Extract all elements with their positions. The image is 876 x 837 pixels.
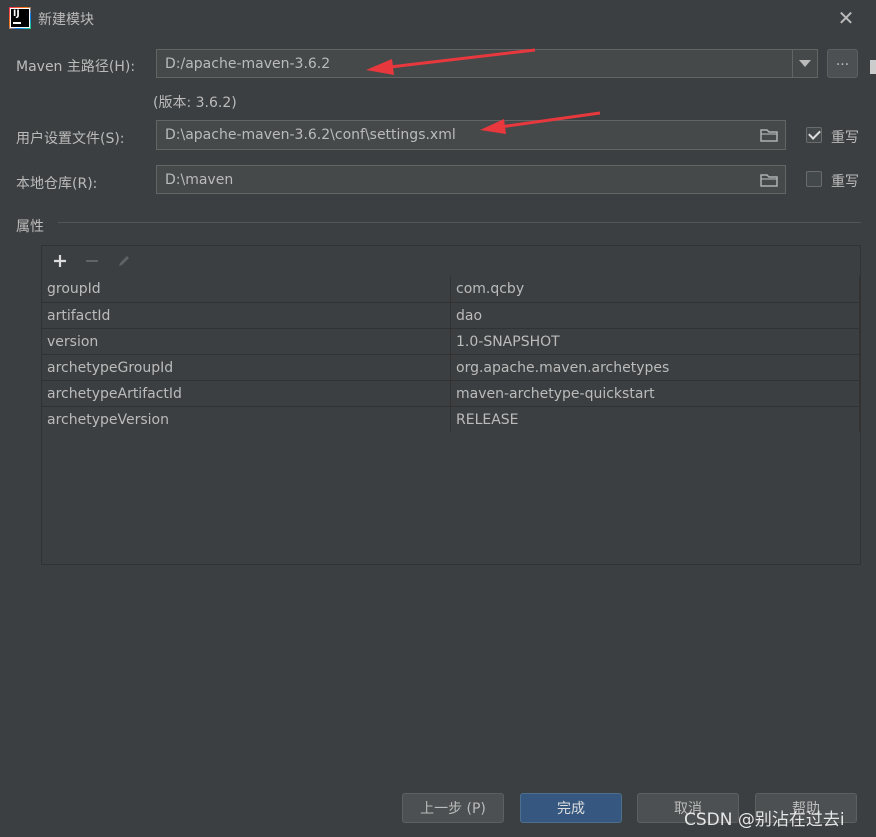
- window-title: 新建模块: [38, 12, 94, 28]
- property-value-cell[interactable]: maven-archetype-quickstart: [451, 381, 860, 406]
- settings-file-value: D:\apache-maven-3.6.2\conf\settings.xml: [165, 127, 456, 143]
- local-repo-label: 本地仓库(R):: [16, 176, 98, 192]
- properties-section-label: 属性: [16, 219, 44, 235]
- table-row[interactable]: archetypeVersion RELEASE: [42, 406, 860, 432]
- table-row[interactable]: archetypeArtifactId maven-archetype-quick…: [42, 380, 860, 406]
- property-value-cell[interactable]: org.apache.maven.archetypes: [451, 355, 860, 380]
- property-key-cell[interactable]: artifactId: [42, 303, 451, 328]
- property-value-cell[interactable]: dao: [451, 303, 860, 328]
- window-edge-handle: [870, 60, 876, 74]
- properties-toolbar: [42, 246, 860, 276]
- title-bar: IJ 新建模块 ✕: [0, 0, 876, 38]
- intellij-app-icon: IJ: [9, 7, 31, 29]
- settings-file-label: 用户设置文件(S):: [16, 131, 125, 147]
- property-value-cell[interactable]: RELEASE: [451, 407, 860, 432]
- previous-button[interactable]: 上一步 (P): [402, 793, 504, 823]
- finish-button[interactable]: 完成: [520, 793, 622, 823]
- repo-override-checkbox[interactable]: [806, 171, 822, 187]
- folder-icon[interactable]: [760, 173, 778, 187]
- maven-home-value: D:/apache-maven-3.6.2: [165, 55, 331, 72]
- checkmark-icon: [807, 127, 821, 140]
- property-key-cell[interactable]: archetypeVersion: [42, 407, 451, 432]
- property-value-cell[interactable]: com.qcby: [451, 276, 860, 302]
- table-row[interactable]: groupId com.qcby: [42, 276, 860, 302]
- maven-home-combo[interactable]: D:/apache-maven-3.6.2: [156, 49, 793, 78]
- app-icon-text: IJ: [13, 9, 20, 19]
- table-row[interactable]: archetypeGroupId org.apache.maven.archety…: [42, 354, 860, 380]
- maven-home-dropdown-button[interactable]: [792, 49, 818, 78]
- maven-version-text: (版本: 3.6.2): [153, 95, 237, 111]
- csdn-watermark: CSDN @别沾在过去i: [684, 810, 845, 830]
- minus-icon[interactable]: [82, 251, 102, 271]
- chevron-down-icon: [799, 60, 811, 67]
- local-repo-field[interactable]: D:\maven: [156, 165, 786, 194]
- maven-home-browse-button[interactable]: ...: [827, 49, 858, 78]
- property-value-cell[interactable]: 1.0-SNAPSHOT: [451, 329, 860, 354]
- property-key-cell[interactable]: groupId: [42, 276, 451, 302]
- settings-override-label: 重写: [831, 130, 859, 146]
- properties-table: groupId com.qcby artifactId dao version 1.0-S…: [42, 276, 860, 432]
- property-key-cell[interactable]: archetypeGroupId: [42, 355, 451, 380]
- property-key-cell[interactable]: version: [42, 329, 451, 354]
- plus-icon[interactable]: [50, 251, 70, 271]
- maven-home-label: Maven 主路径(H):: [16, 59, 136, 75]
- properties-panel: groupId com.qcby artifactId dao version 1.0-S…: [41, 245, 861, 565]
- section-divider: [58, 222, 861, 223]
- repo-override-label: 重写: [831, 174, 859, 190]
- property-key-cell[interactable]: archetypeArtifactId: [42, 381, 451, 406]
- local-repo-value: D:\maven: [165, 171, 234, 188]
- close-icon[interactable]: ✕: [835, 6, 857, 30]
- table-row[interactable]: version 1.0-SNAPSHOT: [42, 328, 860, 354]
- pencil-icon[interactable]: [114, 251, 134, 271]
- settings-override-checkbox[interactable]: [806, 127, 822, 143]
- folder-icon[interactable]: [760, 128, 778, 142]
- settings-file-field[interactable]: D:\apache-maven-3.6.2\conf\settings.xml: [156, 120, 786, 150]
- table-row[interactable]: artifactId dao: [42, 302, 860, 328]
